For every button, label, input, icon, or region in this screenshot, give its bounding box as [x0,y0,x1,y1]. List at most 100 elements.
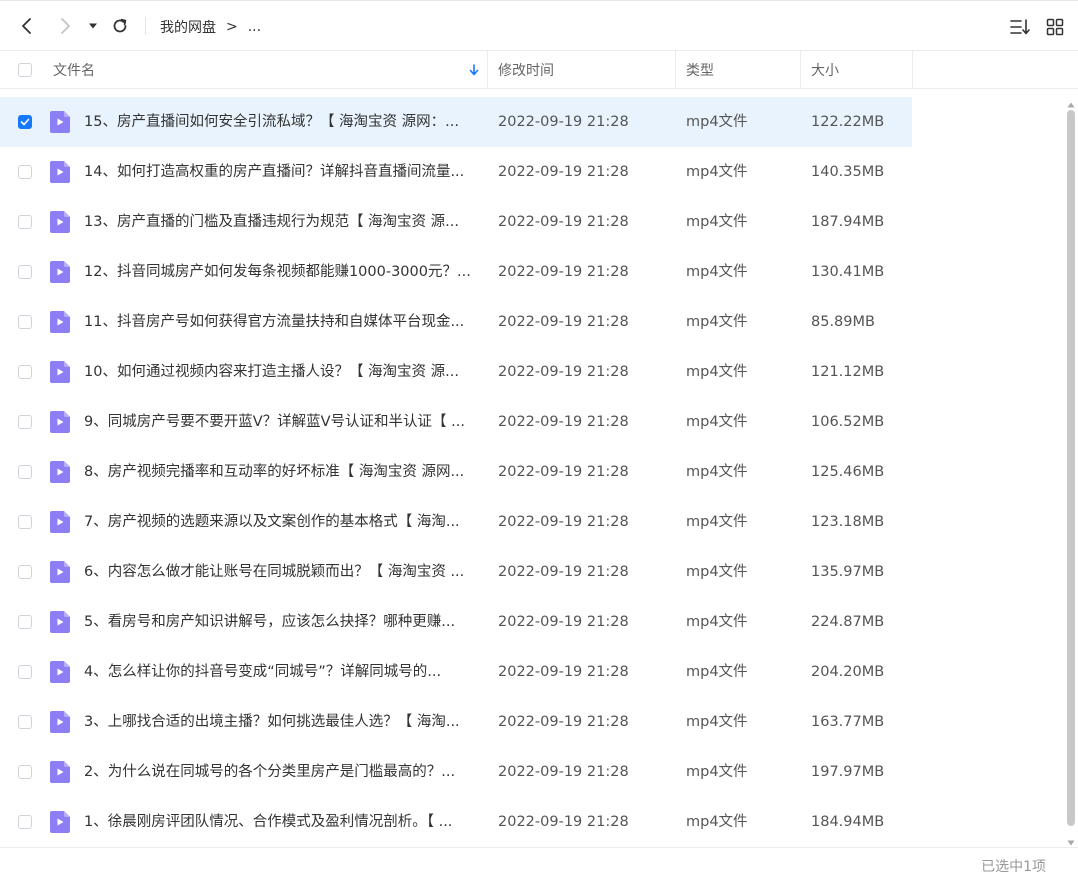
video-file-icon [50,561,70,583]
video-file-icon [50,511,70,533]
file-row[interactable]: 9、同城房产号要不要开蓝V？详解蓝V号认证和半认证【 ... 2022-09-19… [0,397,912,447]
file-row[interactable]: 14、如何打造高权重的房产直播间？详解抖音直播间流量... 2022-09-19 … [0,147,912,197]
file-modified-time: 2022-09-19 21:28 [498,264,629,280]
select-all-checkbox[interactable] [18,63,32,77]
file-row[interactable]: 11、抖音房产号如何获得官方流量扶持和自媒体平台现金... 2022-09-19 … [0,297,912,347]
column-divider[interactable] [675,51,676,88]
toolbar-divider [145,17,146,35]
file-row[interactable]: 7、房产视频的选题来源以及文案创作的基本格式【 海淘... 2022-09-19 … [0,497,912,547]
file-name: 3、上哪找合适的出境主播？如何挑选最佳人选？【 海淘... [84,714,460,730]
refresh-button[interactable] [108,13,132,39]
file-type: mp4文件 [686,514,748,530]
column-header-size[interactable]: 大小 [811,51,906,88]
file-size: 184.94MB [811,814,885,830]
file-type: mp4文件 [686,414,748,430]
video-file-icon [50,661,70,683]
file-row[interactable]: 12、抖音同城房产如何发每条视频都能赚1000-3000元？... 2022-09… [0,247,912,297]
sort-button[interactable] [1008,15,1032,39]
file-row[interactable]: 13、房产直播的门槛及直播违规行为规范【 海淘宝资 源... 2022-09-19… [0,197,912,247]
file-row[interactable]: 4、怎么样让你的抖音号变成“同城号”？详解同城号的... 2022-09-19 2… [0,647,912,697]
column-header-modified-label: 修改时间 [498,62,554,79]
file-name: 4、怎么样让你的抖音号变成“同城号”？详解同城号的... [84,664,442,680]
row-checkbox[interactable] [18,515,32,529]
selection-status: 已选中1项 [981,859,1046,875]
forward-button[interactable] [53,13,77,39]
file-modified-time: 2022-09-19 21:28 [498,464,629,480]
file-type: mp4文件 [686,464,748,480]
row-checkbox[interactable] [18,715,32,729]
column-header-modified[interactable]: 修改时间 [498,51,668,88]
row-checkbox[interactable] [18,465,32,479]
file-type: mp4文件 [686,664,748,680]
scrollbar-thumb[interactable] [1067,110,1075,826]
column-header-name[interactable]: 文件名 [53,51,487,88]
vertical-scrollbar[interactable] [1064,94,1078,846]
column-header-type[interactable]: 类型 [686,51,796,88]
file-row[interactable]: 15、房产直播间如何安全引流私域？【 海淘宝资 源网：... 2022-09-19… [0,97,912,147]
video-file-icon [50,261,70,283]
file-row[interactable]: 8、房产视频完播率和互动率的好坏标准【 海淘宝资 源网... 2022-09-19… [0,447,912,497]
video-file-icon [50,361,70,383]
column-divider[interactable] [800,51,801,88]
row-checkbox[interactable] [18,215,32,229]
row-checkbox[interactable] [18,365,32,379]
file-name: 6、内容怎么做才能让账号在同城脱颖而出？【 海淘宝资 ... [84,564,465,580]
file-list: 15、房产直播间如何安全引流私域？【 海淘宝资 源网：... 2022-09-19… [0,97,912,847]
file-row[interactable]: 1、徐晨刚房评团队情况、合作模式及盈利情况剖析。【 ... 2022-09-19 … [0,797,912,847]
file-type: mp4文件 [686,714,748,730]
caret-down-icon [89,23,97,29]
video-file-icon [50,111,70,133]
file-modified-time: 2022-09-19 21:28 [498,564,629,580]
file-name: 11、抖音房产号如何获得官方流量扶持和自媒体平台现金... [84,314,465,330]
file-size: 224.87MB [811,614,885,630]
file-name: 15、房产直播间如何安全引流私域？【 海淘宝资 源网：... [84,114,459,130]
file-type: mp4文件 [686,364,748,380]
video-file-icon [50,211,70,233]
file-row[interactable]: 5、看房号和房产知识讲解号，应该怎么抉择？哪种更赚... 2022-09-19 2… [0,597,912,647]
file-size: 125.46MB [811,464,885,480]
file-modified-time: 2022-09-19 21:28 [498,514,629,530]
column-divider[interactable] [487,51,488,88]
file-modified-time: 2022-09-19 21:28 [498,414,629,430]
file-name: 7、房产视频的选题来源以及文案创作的基本格式【 海淘... [84,514,460,530]
sort-descending-icon [469,64,479,76]
file-row[interactable]: 6、内容怎么做才能让账号在同城脱颖而出？【 海淘宝资 ... 2022-09-19… [0,547,912,597]
file-size: 135.97MB [811,564,885,580]
file-type: mp4文件 [686,614,748,630]
row-checkbox[interactable] [18,265,32,279]
row-checkbox[interactable] [18,765,32,779]
video-file-icon [50,411,70,433]
file-modified-time: 2022-09-19 21:28 [498,214,629,230]
file-row[interactable]: 10、如何通过视频内容来打造主播人设？【 海淘宝资 源... 2022-09-19… [0,347,912,397]
file-name: 13、房产直播的门槛及直播违规行为规范【 海淘宝资 源... [84,214,459,230]
file-type: mp4文件 [686,214,748,230]
file-modified-time: 2022-09-19 21:28 [498,814,629,830]
file-name: 5、看房号和房产知识讲解号，应该怎么抉择？哪种更赚... [84,614,456,630]
sort-icon [1010,19,1030,35]
file-name: 1、徐晨刚房评团队情况、合作模式及盈利情况剖析。【 ... [84,814,453,830]
row-checkbox[interactable] [18,165,32,179]
row-checkbox[interactable] [18,615,32,629]
scroll-down-arrow-icon[interactable] [1067,832,1075,846]
breadcrumb-more[interactable]: ... [248,19,261,35]
row-checkbox[interactable] [18,815,32,829]
row-checkbox[interactable] [18,415,32,429]
breadcrumb-root[interactable]: 我的网盘 [160,17,216,37]
scroll-up-arrow-icon[interactable] [1067,94,1075,108]
file-row[interactable]: 3、上哪找合适的出境主播？如何挑选最佳人选？【 海淘... 2022-09-19 … [0,697,912,747]
back-button[interactable] [15,13,39,39]
row-checkbox[interactable] [18,565,32,579]
file-row[interactable]: 2、为什么说在同城号的各个分类里房产是门槛最高的？... 2022-09-19 2… [0,747,912,797]
column-header-type-label: 类型 [686,62,714,79]
file-size: 187.94MB [811,214,885,230]
grid-view-button[interactable] [1043,15,1067,39]
file-size: 85.89MB [811,314,875,330]
file-name: 12、抖音同城房产如何发每条视频都能赚1000-3000元？... [84,264,471,280]
row-checkbox[interactable] [18,665,32,679]
column-divider[interactable] [912,51,913,88]
file-modified-time: 2022-09-19 21:28 [498,364,629,380]
row-checkbox[interactable] [18,315,32,329]
file-size: 197.97MB [811,764,885,780]
row-checkbox[interactable] [18,115,32,129]
history-dropdown-button[interactable] [82,13,104,39]
